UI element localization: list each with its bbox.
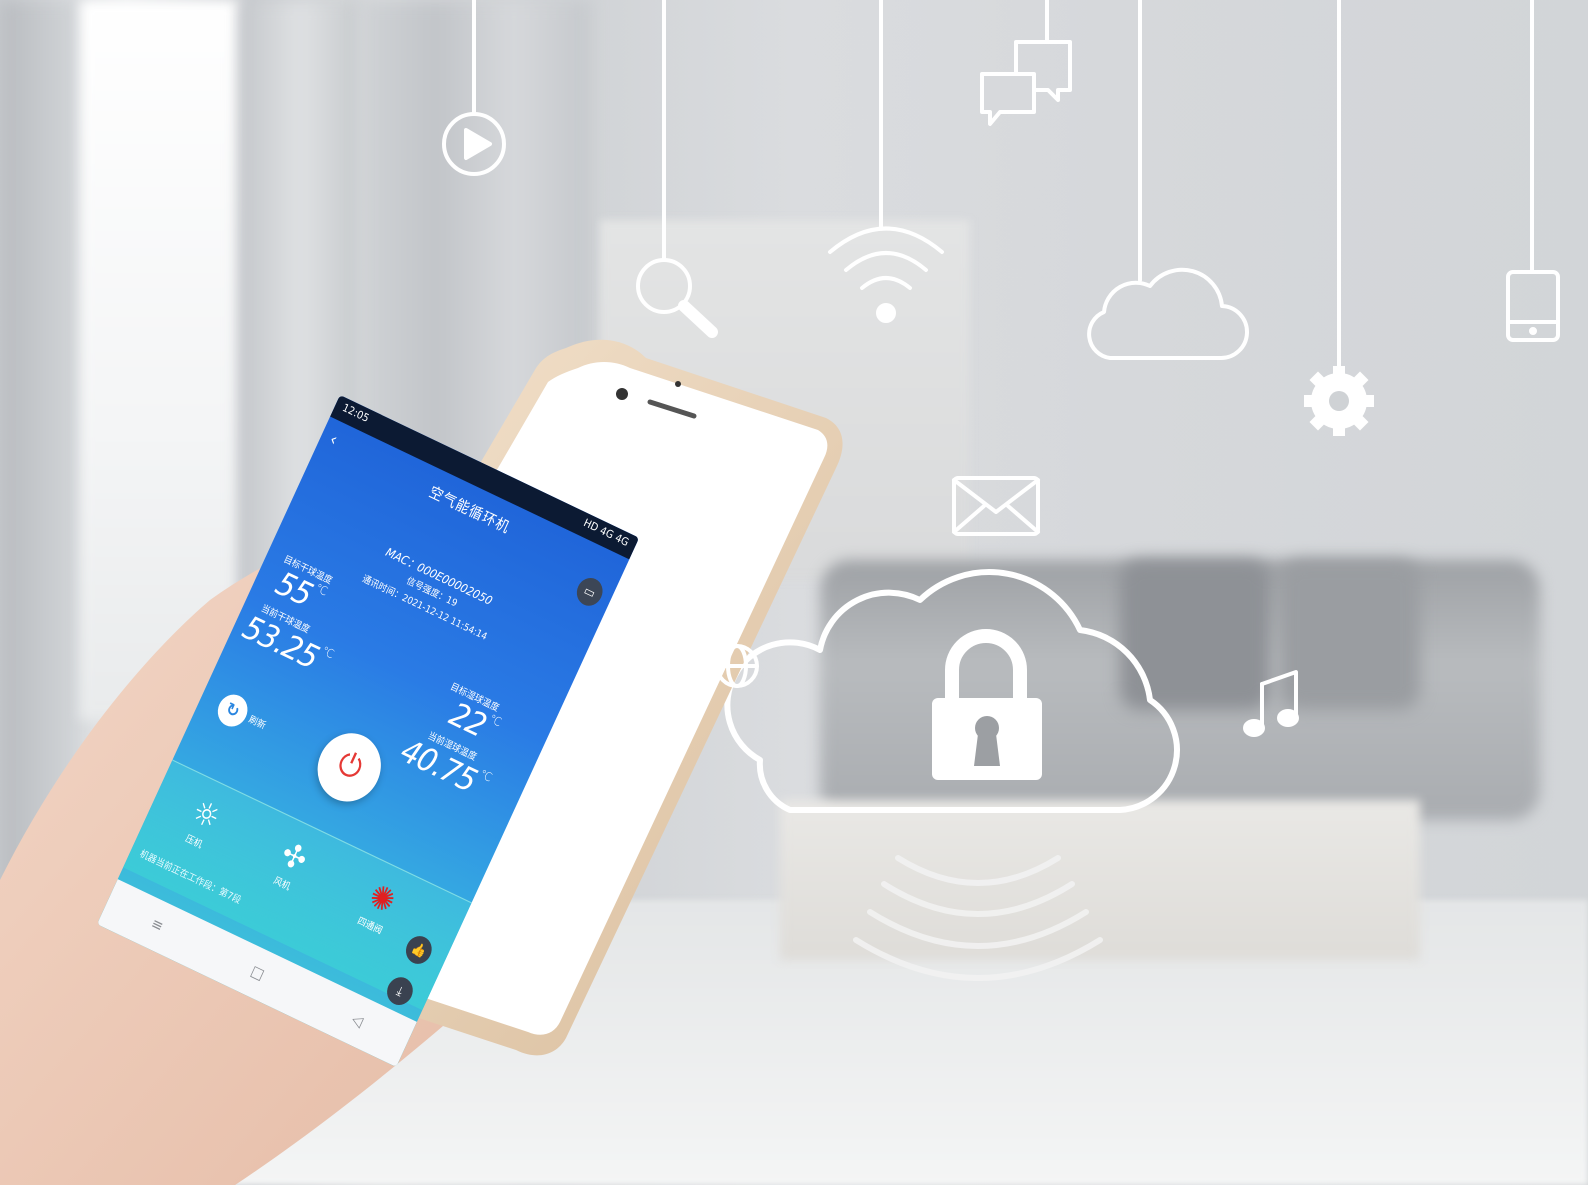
gear-icon xyxy=(1304,366,1374,436)
menu-icon[interactable]: ≡ xyxy=(148,915,166,936)
chat-icon xyxy=(980,40,1072,126)
globe-icon xyxy=(715,644,759,688)
tablet-icon xyxy=(1506,270,1560,342)
home-icon[interactable]: □ xyxy=(248,963,267,984)
play-icon xyxy=(442,112,506,176)
cloud-icon xyxy=(1087,267,1249,361)
wifi-icon xyxy=(828,226,944,323)
refresh-icon[interactable]: ↻ xyxy=(212,689,253,732)
search-icon xyxy=(636,258,718,338)
refresh-label[interactable]: 刷新 xyxy=(247,712,269,732)
signal-waves-icon xyxy=(853,855,1103,981)
music-note-icon xyxy=(1243,670,1299,737)
lock-icon xyxy=(932,629,1042,780)
back-icon[interactable]: ◁ xyxy=(349,1011,366,1031)
mail-icon xyxy=(952,476,1040,536)
power-button[interactable]: ⏻ xyxy=(306,722,392,813)
